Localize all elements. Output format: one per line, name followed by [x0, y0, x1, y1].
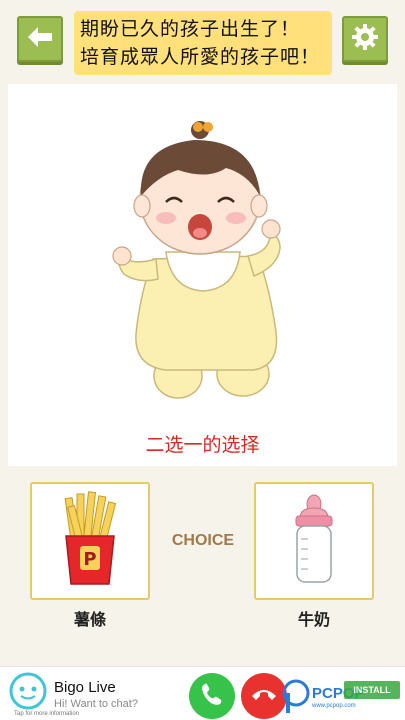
bigo-logo-icon	[8, 671, 48, 715]
title-line-1: 期盼已久的孩子出生了！	[80, 18, 301, 40]
baby-bottle-icon	[256, 494, 372, 602]
back-button[interactable]	[17, 16, 63, 62]
choice-label-milk: 牛奶	[297, 610, 330, 629]
title-line-2: 培育成眾人所愛的孩子吧！	[80, 46, 321, 68]
ad-title: Bigo Live	[54, 679, 116, 696]
choice-heading: CHOICE	[171, 532, 235, 549]
question-text: 二选一的选择	[145, 434, 260, 456]
install-button[interactable]: INSTALL	[344, 681, 400, 699]
ad-info-text[interactable]: Tap for more information	[14, 711, 79, 717]
gear-icon	[351, 23, 379, 55]
baby-stage	[8, 84, 397, 466]
back-arrow-icon	[27, 26, 53, 52]
watermark-sub: www.pcpop.com	[312, 703, 356, 709]
choice-card-fries[interactable]: P	[30, 482, 150, 600]
svg-text:P: P	[83, 549, 96, 570]
choices-panel: P 薯條 CHOICE 牛奶	[0, 472, 405, 662]
baby-illustration	[112, 121, 281, 399]
accept-call-button[interactable]	[189, 673, 235, 719]
ad-subtitle: Hi! Want to chat?	[54, 698, 138, 710]
settings-button[interactable]	[342, 16, 388, 62]
choice-label-fries: 薯條	[73, 610, 106, 629]
hang-up-icon	[250, 684, 278, 708]
choice-card-milk[interactable]	[254, 482, 374, 600]
phone-icon	[199, 681, 225, 711]
title-box: 期盼已久的孩子出生了！ 培育成眾人所愛的孩子吧！	[74, 11, 332, 75]
french-fries-icon: P	[32, 491, 148, 602]
decline-call-button[interactable]	[241, 673, 287, 719]
ad-banner[interactable]: Bigo Live Hi! Want to chat? Tap for more…	[0, 666, 405, 720]
top-bar: 期盼已久的孩子出生了！ 培育成眾人所愛的孩子吧！	[0, 0, 405, 82]
